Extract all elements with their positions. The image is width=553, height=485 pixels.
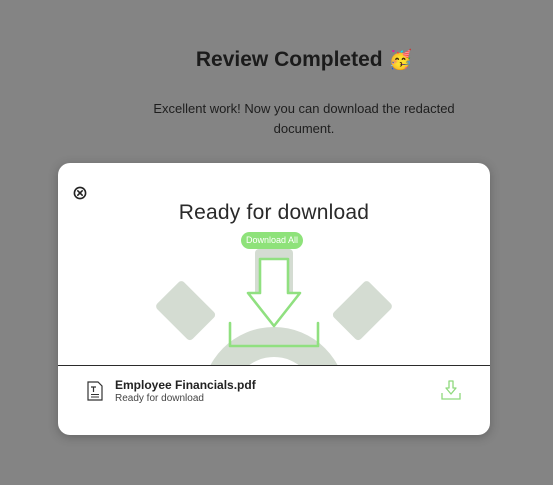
party-emoji: 🥳 bbox=[388, 50, 413, 71]
page-title: Review Completed 🥳 bbox=[0, 48, 553, 72]
page-title-text: Review Completed bbox=[195, 48, 383, 71]
download-all-button[interactable]: Download All bbox=[241, 232, 304, 249]
file-name: Employee Financials.pdf bbox=[115, 378, 256, 392]
close-icon[interactable] bbox=[73, 186, 87, 200]
download-illustration bbox=[58, 249, 490, 365]
file-status: Ready for download bbox=[115, 393, 204, 404]
modal-title: Ready for download bbox=[178, 201, 370, 224]
page-subtitle: Excellent work! Now you can download the… bbox=[153, 101, 455, 136]
document-icon bbox=[86, 381, 104, 401]
download-icon[interactable] bbox=[440, 379, 462, 401]
file-row: Employee Financials.pdf Ready for downlo… bbox=[58, 366, 490, 435]
download-modal: Ready for download Download All Employee… bbox=[58, 163, 490, 435]
